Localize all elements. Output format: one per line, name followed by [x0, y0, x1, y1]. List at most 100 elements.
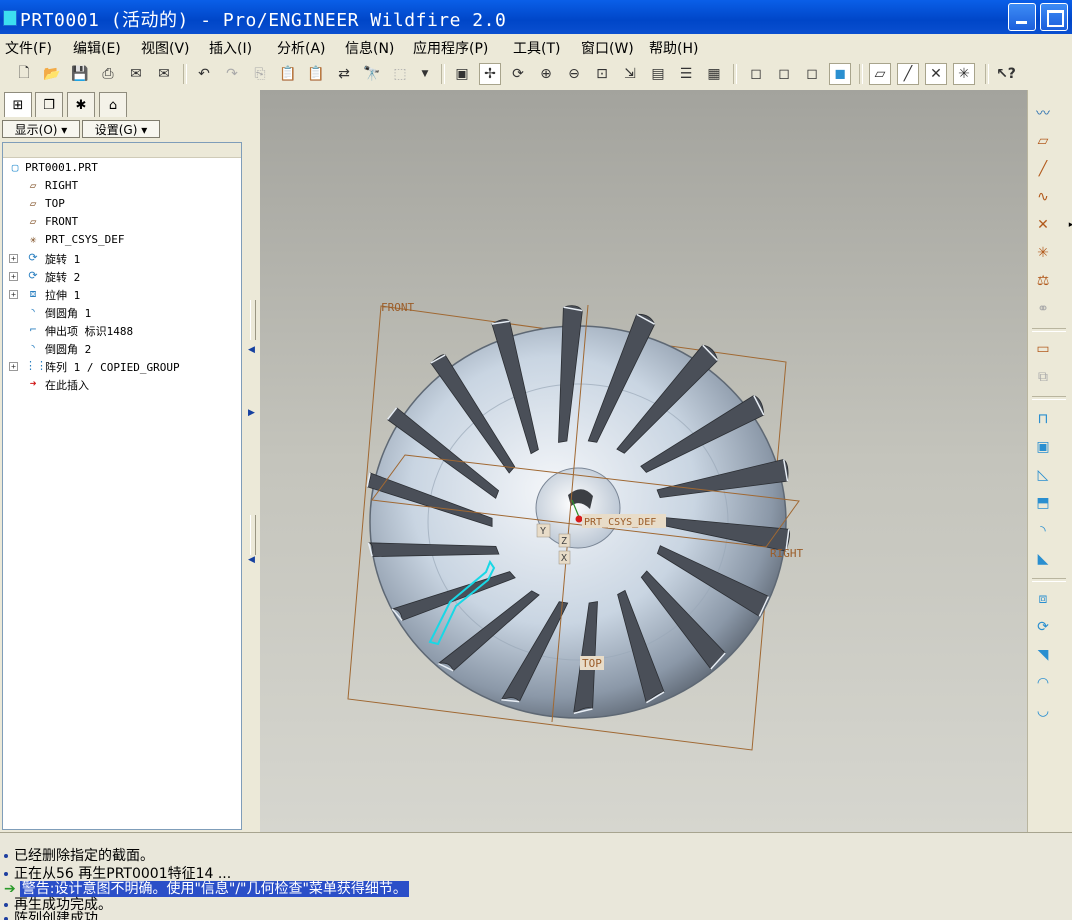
- note-icon[interactable]: ▭: [1032, 338, 1054, 360]
- boundary-blend-icon[interactable]: ◠: [1032, 672, 1054, 694]
- csys-origin[interactable]: [575, 515, 583, 523]
- menu-tools[interactable]: 工具(T): [513, 38, 560, 58]
- connections-tab-icon[interactable]: ⌂: [99, 92, 127, 117]
- redo-icon[interactable]: ↷: [221, 63, 243, 85]
- refit-icon[interactable]: ⊡: [591, 63, 613, 85]
- tree-item[interactable]: ▱ FRONT: [3, 213, 239, 231]
- copy-icon[interactable]: ⎘: [249, 63, 271, 85]
- saved-views-icon[interactable]: ▤: [647, 63, 669, 85]
- open-file-icon[interactable]: 📂: [41, 63, 63, 85]
- zoom-out-icon[interactable]: ⊖: [563, 63, 585, 85]
- selection-box-icon[interactable]: ⬚: [389, 63, 411, 85]
- menu-applications[interactable]: 应用程序(P): [413, 38, 488, 58]
- menu-window[interactable]: 窗口(W): [581, 38, 634, 58]
- insert-model-datum-icon[interactable]: ⚭: [1032, 298, 1054, 320]
- zoom-in-icon[interactable]: ⊕: [535, 63, 557, 85]
- datum-plane-tool-icon[interactable]: ▱: [1032, 130, 1054, 152]
- layer-tree-tab-icon[interactable]: ❐: [35, 92, 63, 117]
- analysis-feature-icon[interactable]: ⚖: [1032, 270, 1054, 292]
- tree-item[interactable]: ◝ 倒圆角 2: [3, 339, 239, 357]
- variable-sweep-icon[interactable]: ◥: [1032, 644, 1054, 666]
- show-dropdown[interactable]: 显示(O) ▾: [2, 120, 80, 138]
- tree-item[interactable]: ▱ TOP: [3, 195, 239, 213]
- csys-toggle-icon[interactable]: ✳: [953, 63, 975, 85]
- tree-item[interactable]: + ⟳ 旋转 1: [3, 249, 239, 267]
- regenerate-icon[interactable]: ⇄: [333, 63, 355, 85]
- orient-mode-icon[interactable]: ⟳: [507, 63, 529, 85]
- tree-item[interactable]: + ⟳ 旋转 2: [3, 267, 239, 285]
- title-bar: PRT0001 (活动的) - Pro/ENGINEER Wildfire 2.…: [0, 0, 1072, 34]
- expand-icon[interactable]: +: [9, 362, 18, 371]
- expand-icon[interactable]: +: [9, 254, 18, 263]
- favorites-tab-icon[interactable]: ✱: [67, 92, 95, 117]
- collapse-left-icon-2[interactable]: ◀: [248, 555, 255, 565]
- app-icon[interactable]: [3, 10, 17, 26]
- tree-item[interactable]: ✳ PRT_CSYS_DEF: [3, 231, 239, 249]
- reorient-icon[interactable]: ⇲: [619, 63, 641, 85]
- menu-file[interactable]: 文件(F): [5, 38, 52, 58]
- tree-item[interactable]: ➜ 在此插入: [3, 375, 239, 393]
- expand-icon[interactable]: +: [9, 272, 18, 281]
- hidden-line-icon[interactable]: ◻: [773, 63, 795, 85]
- draft-tool-icon[interactable]: ⬒: [1032, 492, 1054, 514]
- paste-special-icon[interactable]: 📋: [305, 63, 327, 85]
- csys-tool-icon[interactable]: ✳: [1032, 242, 1054, 264]
- find-icon[interactable]: 🔭: [361, 63, 383, 85]
- email-icon[interactable]: ✉: [125, 63, 147, 85]
- hole-tool-icon[interactable]: ⊓: [1032, 408, 1054, 430]
- dropdown-arrow-icon[interactable]: ▼: [414, 63, 436, 85]
- menu-help[interactable]: 帮助(H): [649, 38, 698, 58]
- tree-item[interactable]: ◝ 倒圆角 1: [3, 303, 239, 321]
- collapse-left-icon[interactable]: ◀: [248, 345, 255, 355]
- menu-info[interactable]: 信息(N): [345, 38, 394, 58]
- tree-item[interactable]: + ⧈ 拉伸 1: [3, 285, 239, 303]
- datum-axis-tool-icon[interactable]: ╱: [1032, 158, 1054, 180]
- no-hidden-icon[interactable]: ◻: [801, 63, 823, 85]
- print-icon[interactable]: ⎙: [97, 63, 119, 85]
- model-tree-tab-icon[interactable]: ⊞: [4, 92, 32, 117]
- layers-icon[interactable]: ☰: [675, 63, 697, 85]
- extrude-tool-icon[interactable]: ⧈: [1032, 588, 1054, 610]
- save-icon[interactable]: 💾: [69, 63, 91, 85]
- revolve-tool-icon[interactable]: ⟳: [1032, 616, 1054, 638]
- style-tool-icon[interactable]: ◡: [1032, 700, 1054, 722]
- wireframe-icon[interactable]: ◻: [745, 63, 767, 85]
- menu-edit[interactable]: 编辑(E): [73, 38, 121, 58]
- model-canvas[interactable]: Y Z X FRONT RIGHT TOP PRT_CSYS_DEF: [260, 90, 1027, 832]
- context-help-icon[interactable]: ↖?: [995, 63, 1017, 85]
- datum-points-toggle-icon[interactable]: ✕: [925, 63, 947, 85]
- expand-icon[interactable]: +: [9, 290, 18, 299]
- tree-item[interactable]: ▱ RIGHT: [3, 177, 239, 195]
- tree-item[interactable]: ▢ PRT0001.PRT: [3, 159, 239, 177]
- chamfer-tool-icon[interactable]: ◣: [1032, 548, 1054, 570]
- spin-center-icon[interactable]: ✢: [479, 63, 501, 85]
- sketch-datum-curve-icon[interactable]: 〰: [1032, 102, 1054, 124]
- shell-tool-icon[interactable]: ▣: [1032, 436, 1054, 458]
- maximize-button[interactable]: [1040, 3, 1068, 31]
- shading-icon[interactable]: ◼: [829, 63, 851, 85]
- tree-item[interactable]: ⌐ 伸出项 标识1488: [3, 321, 239, 339]
- new-file-icon[interactable]: 🗋: [13, 63, 35, 85]
- menu-insert[interactable]: 插入(I): [209, 38, 252, 58]
- panel-splitter[interactable]: ◀ ▶ ◀: [245, 90, 260, 832]
- datum-curve-tool-icon[interactable]: ∿: [1032, 186, 1054, 208]
- menu-analysis[interactable]: 分析(A): [277, 38, 326, 58]
- minimize-button[interactable]: [1008, 3, 1036, 31]
- expand-right-icon[interactable]: ▶: [248, 408, 255, 418]
- point-flyout-arrow-icon[interactable]: ▸: [1060, 214, 1072, 236]
- round-tool-icon[interactable]: ◝: [1032, 520, 1054, 542]
- graphics-viewport[interactable]: Y Z X FRONT RIGHT TOP PRT_CSYS_DEF: [260, 90, 1027, 832]
- datum-planes-toggle-icon[interactable]: ▱: [869, 63, 891, 85]
- email-link-icon[interactable]: ✉: [153, 63, 175, 85]
- view-manager-icon[interactable]: ▦: [703, 63, 725, 85]
- tree-item[interactable]: + ⋮⋮ 阵列 1 / COPIED_GROUP: [3, 357, 239, 375]
- rib-tool-icon[interactable]: ◺: [1032, 464, 1054, 486]
- repaint-icon[interactable]: ▣: [451, 63, 473, 85]
- datum-point-tool-icon[interactable]: ✕: [1032, 214, 1054, 236]
- datum-axes-toggle-icon[interactable]: ╱: [897, 63, 919, 85]
- settings-dropdown[interactable]: 设置(G) ▾: [82, 120, 160, 138]
- copy-feature-icon[interactable]: ⧉: [1032, 366, 1054, 388]
- menu-view[interactable]: 视图(V): [141, 38, 190, 58]
- paste-icon[interactable]: 📋: [277, 63, 299, 85]
- undo-icon[interactable]: ↶: [193, 63, 215, 85]
